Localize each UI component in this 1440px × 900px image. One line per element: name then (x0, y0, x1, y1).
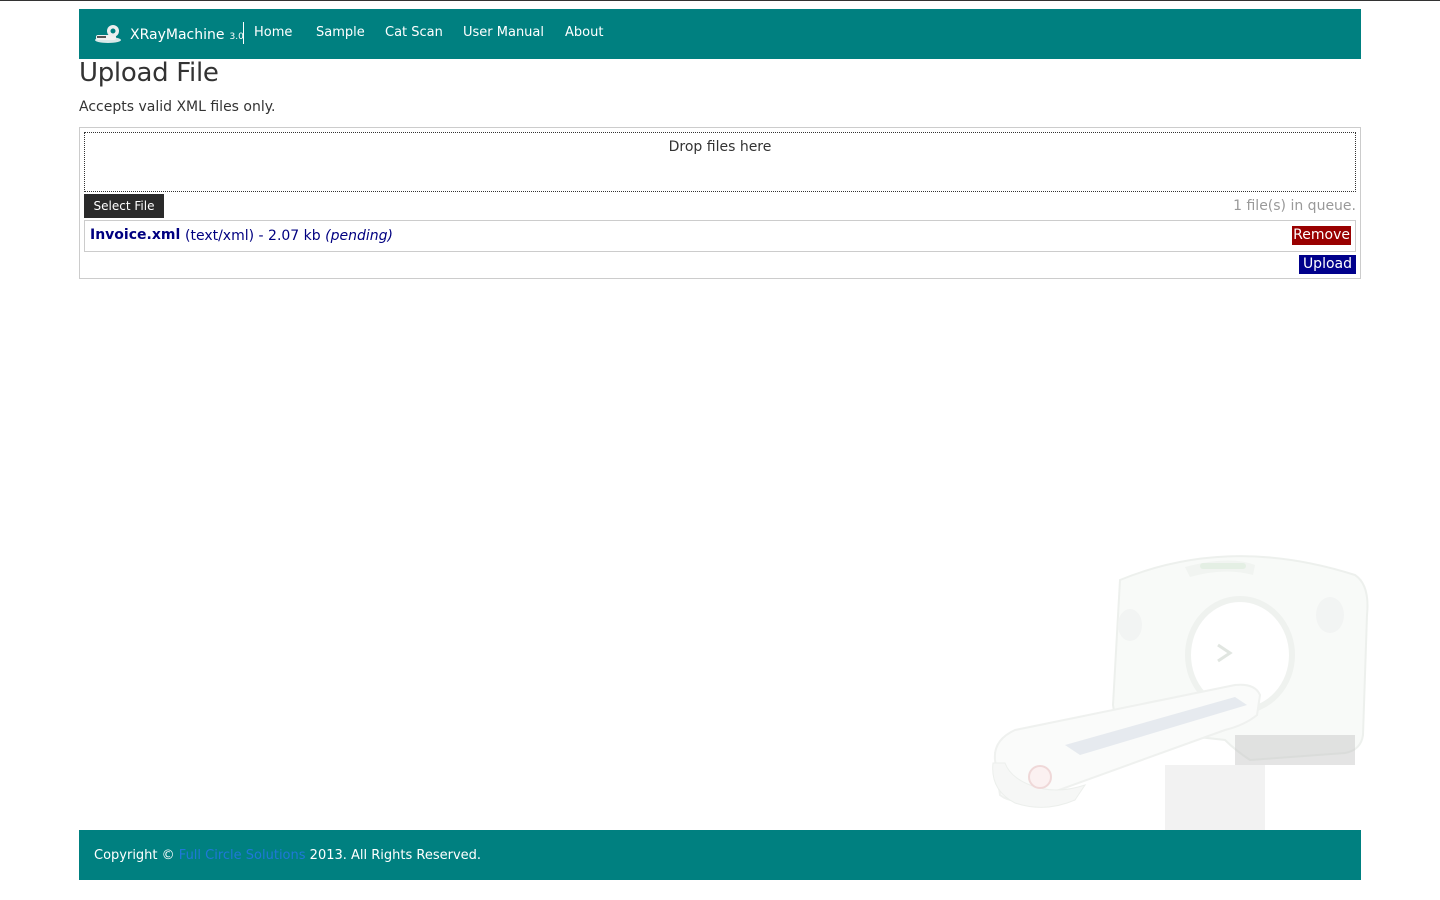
upload-panel: Drop files here Select File 1 file(s) in… (79, 127, 1361, 279)
footer-copyright: Copyright © (94, 848, 175, 863)
file-name: Invoice.xml (90, 227, 181, 243)
brand-divider (243, 22, 244, 44)
brand-name: XRayMachine (130, 27, 225, 43)
nav-cat-scan[interactable]: Cat Scan (385, 25, 443, 40)
file-type-size: (text/xml) - 2.07 kb (185, 228, 321, 244)
xray-machine-icon (93, 23, 123, 45)
drop-zone-label: Drop files here (668, 139, 772, 155)
navbar: XRayMachine 3.0 Home Sample Cat Scan Use… (79, 9, 1361, 59)
ct-scanner-illustration (985, 545, 1370, 830)
brand-link[interactable]: XRayMachine 3.0 (93, 22, 244, 46)
page-subtitle: Accepts valid XML files only. (79, 99, 276, 115)
footer-text: Copyright © Full Circle Solutions 2013. … (94, 848, 481, 863)
upload-button[interactable]: Upload (1298, 255, 1356, 274)
footer-rights: 2013. All Rights Reserved. (309, 848, 482, 863)
footer: Copyright © Full Circle Solutions 2013. … (79, 830, 1361, 880)
drop-zone[interactable]: Drop files here (84, 132, 1356, 192)
nav-home[interactable]: Home (254, 25, 292, 40)
page-title: Upload File (79, 58, 219, 88)
file-meta: (text/xml) - 2.07 kb (pending) (185, 228, 393, 244)
footer-company-link[interactable]: Full Circle Solutions (179, 848, 306, 863)
queue-count: 1 file(s) in queue. (1233, 198, 1356, 214)
nav-sample[interactable]: Sample (316, 25, 365, 40)
file-queue-item: Invoice.xml (text/xml) - 2.07 kb (pendin… (84, 220, 1356, 252)
file-status: (pending) (325, 228, 393, 244)
top-border-line (0, 0, 1440, 1)
nav-about[interactable]: About (565, 25, 603, 40)
remove-file-button[interactable]: Remove (1292, 226, 1351, 245)
brand-version: 3.0 (229, 32, 244, 42)
select-file-button[interactable]: Select File (84, 194, 164, 218)
nav-user-manual[interactable]: User Manual (463, 25, 544, 40)
